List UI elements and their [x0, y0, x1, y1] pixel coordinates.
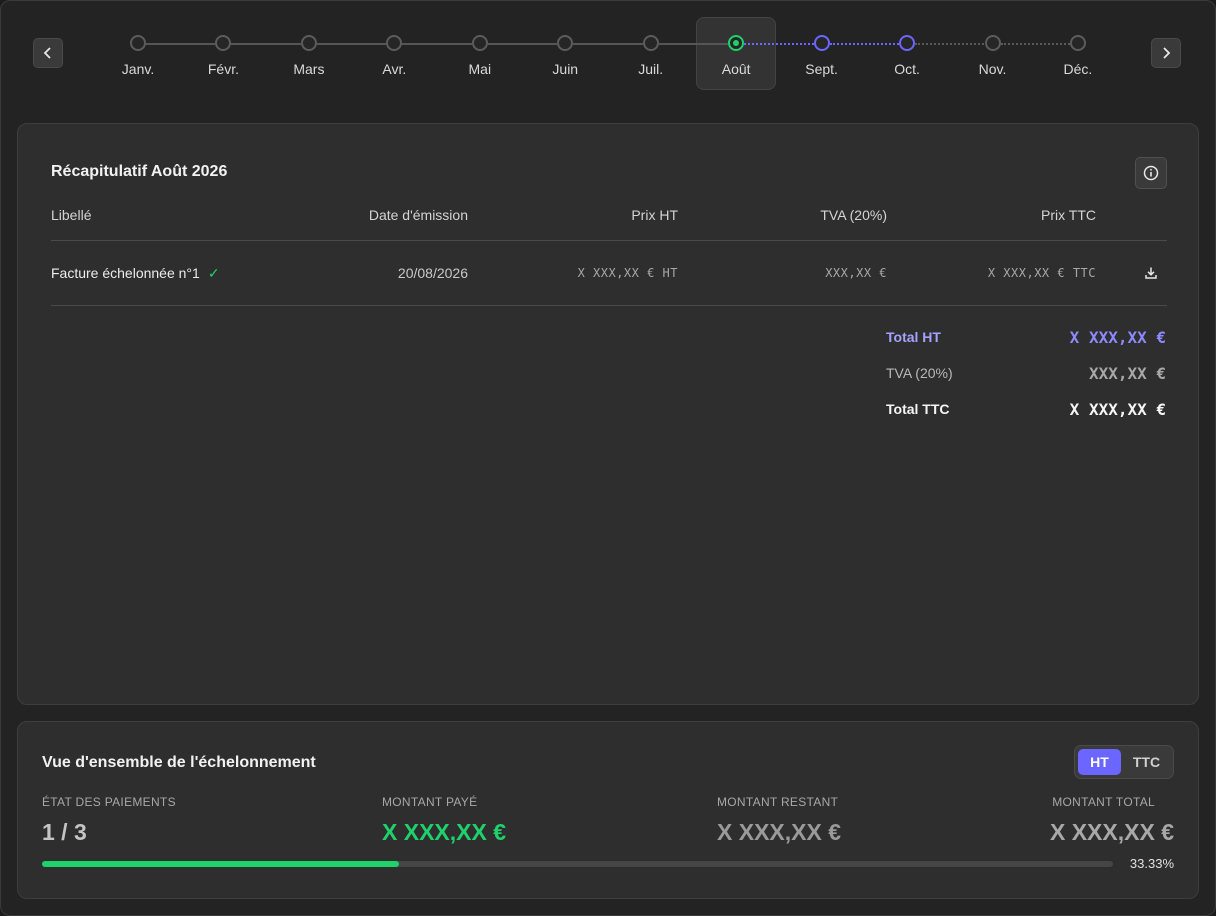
month-dot: [899, 35, 916, 51]
month-step[interactable]: Mars: [279, 33, 339, 77]
paid-amount-label: MONTANT PAYÉ: [382, 795, 478, 809]
month-stepper: Janv. Févr. Mars Avr. Mai Juin Juil. Août Sept. O…: [0, 0, 1216, 100]
month-label: Nov.: [978, 61, 1007, 77]
month-label: Juil.: [638, 61, 664, 77]
recap-panel: Récapitulatif Août 2026 Libellé Date d'é…: [17, 123, 1199, 705]
ht-ttc-toggle: HT TTC: [1074, 745, 1174, 779]
month-label: Août: [721, 61, 751, 77]
invoice-label: Facture échelonnée n°1: [51, 265, 200, 281]
column-header-label: Libellé: [51, 207, 92, 223]
month-step[interactable]: Nov.: [963, 33, 1023, 77]
month-dot: [386, 35, 403, 51]
month-step[interactable]: Juin: [535, 33, 595, 77]
total-ht-value: X XXX,XX €: [1069, 328, 1166, 347]
month-label: Sept.: [805, 61, 838, 77]
month-step[interactable]: Oct.: [877, 33, 937, 77]
month-dot: [557, 35, 574, 51]
download-icon[interactable]: [1144, 266, 1158, 280]
payment-status-value: 1 / 3: [42, 819, 87, 845]
month-label: Avr.: [382, 61, 407, 77]
remaining-amount-value: X XXX,XX €: [717, 819, 842, 845]
month-step[interactable]: Déc.: [1048, 33, 1108, 77]
payment-status-label: ÉTAT DES PAIEMENTS: [42, 795, 176, 809]
invoice-tva: XXX,XX €: [825, 266, 887, 280]
month-dot: [813, 35, 830, 51]
month-dot: [984, 35, 1001, 51]
month-step[interactable]: Août: [706, 33, 766, 77]
paid-amount-value: X XXX,XX €: [382, 819, 507, 845]
month-label: Mai: [468, 61, 492, 77]
month-step[interactable]: Avr.: [364, 33, 424, 77]
month-dot: [1069, 35, 1086, 51]
month-label: Juin: [552, 61, 579, 77]
overview-panel: Vue d'ensemble de l'échelonnement HT TTC…: [17, 721, 1199, 899]
remaining-amount-label: MONTANT RESTANT: [717, 795, 839, 809]
recap-title: Récapitulatif Août 2026: [51, 163, 228, 180]
total-ttc-value: X XXX,XX €: [1069, 400, 1166, 419]
total-ht-label: Total HT: [886, 329, 941, 345]
column-header-price-ht: Prix HT: [631, 207, 678, 223]
toggle-ttc-button[interactable]: TTC: [1125, 749, 1168, 775]
column-header-price-ttc: Prix TTC: [1041, 207, 1096, 223]
month-step[interactable]: Juil.: [621, 33, 681, 77]
total-amount-label: MONTANT TOTAL: [1052, 795, 1155, 809]
invoice-price-ttc: X XXX,XX € TTC: [987, 266, 1096, 280]
overview-title: Vue d'ensemble de l'échelonnement: [42, 754, 316, 771]
month-step[interactable]: Sept.: [792, 33, 852, 77]
month-step[interactable]: Janv.: [108, 33, 168, 77]
month-dot: [471, 35, 488, 51]
info-button[interactable]: [1135, 157, 1167, 189]
month-dot: [215, 35, 232, 51]
total-ttc-label: Total TTC: [886, 401, 950, 417]
month-dot: [300, 35, 317, 51]
month-label: Janv.: [121, 61, 155, 77]
month-step[interactable]: Févr.: [193, 33, 253, 77]
column-header-tva: TVA (20%): [820, 207, 887, 223]
toggle-ht-button[interactable]: HT: [1078, 749, 1121, 775]
header-divider: [51, 240, 1167, 241]
month-step[interactable]: Mai: [450, 33, 510, 77]
month-dot: [728, 35, 745, 51]
invoice-date: 20/08/2026: [397, 265, 468, 281]
month-label: Mars: [293, 61, 325, 77]
total-amount-value: X XXX,XX €: [1049, 819, 1174, 845]
invoice-price-ht: X XXX,XX € HT: [577, 266, 678, 280]
payment-progress-fill: [42, 861, 399, 867]
info-icon: [1143, 165, 1159, 181]
payment-progress-bar: [42, 861, 1113, 867]
column-header-date: Date d'émission: [368, 207, 468, 223]
month-label: Oct.: [894, 61, 920, 77]
month-dot: [130, 35, 146, 51]
payment-progress-percent: 33.33%: [1129, 856, 1174, 871]
total-tva-label: TVA (20%): [886, 365, 953, 381]
check-icon: ✓: [207, 265, 220, 281]
month-label: Févr.: [207, 61, 239, 77]
month-dot: [642, 35, 659, 51]
total-tva-value: XXX,XX €: [1088, 364, 1166, 383]
row-divider: [51, 305, 1167, 306]
month-label: Déc.: [1063, 61, 1093, 77]
